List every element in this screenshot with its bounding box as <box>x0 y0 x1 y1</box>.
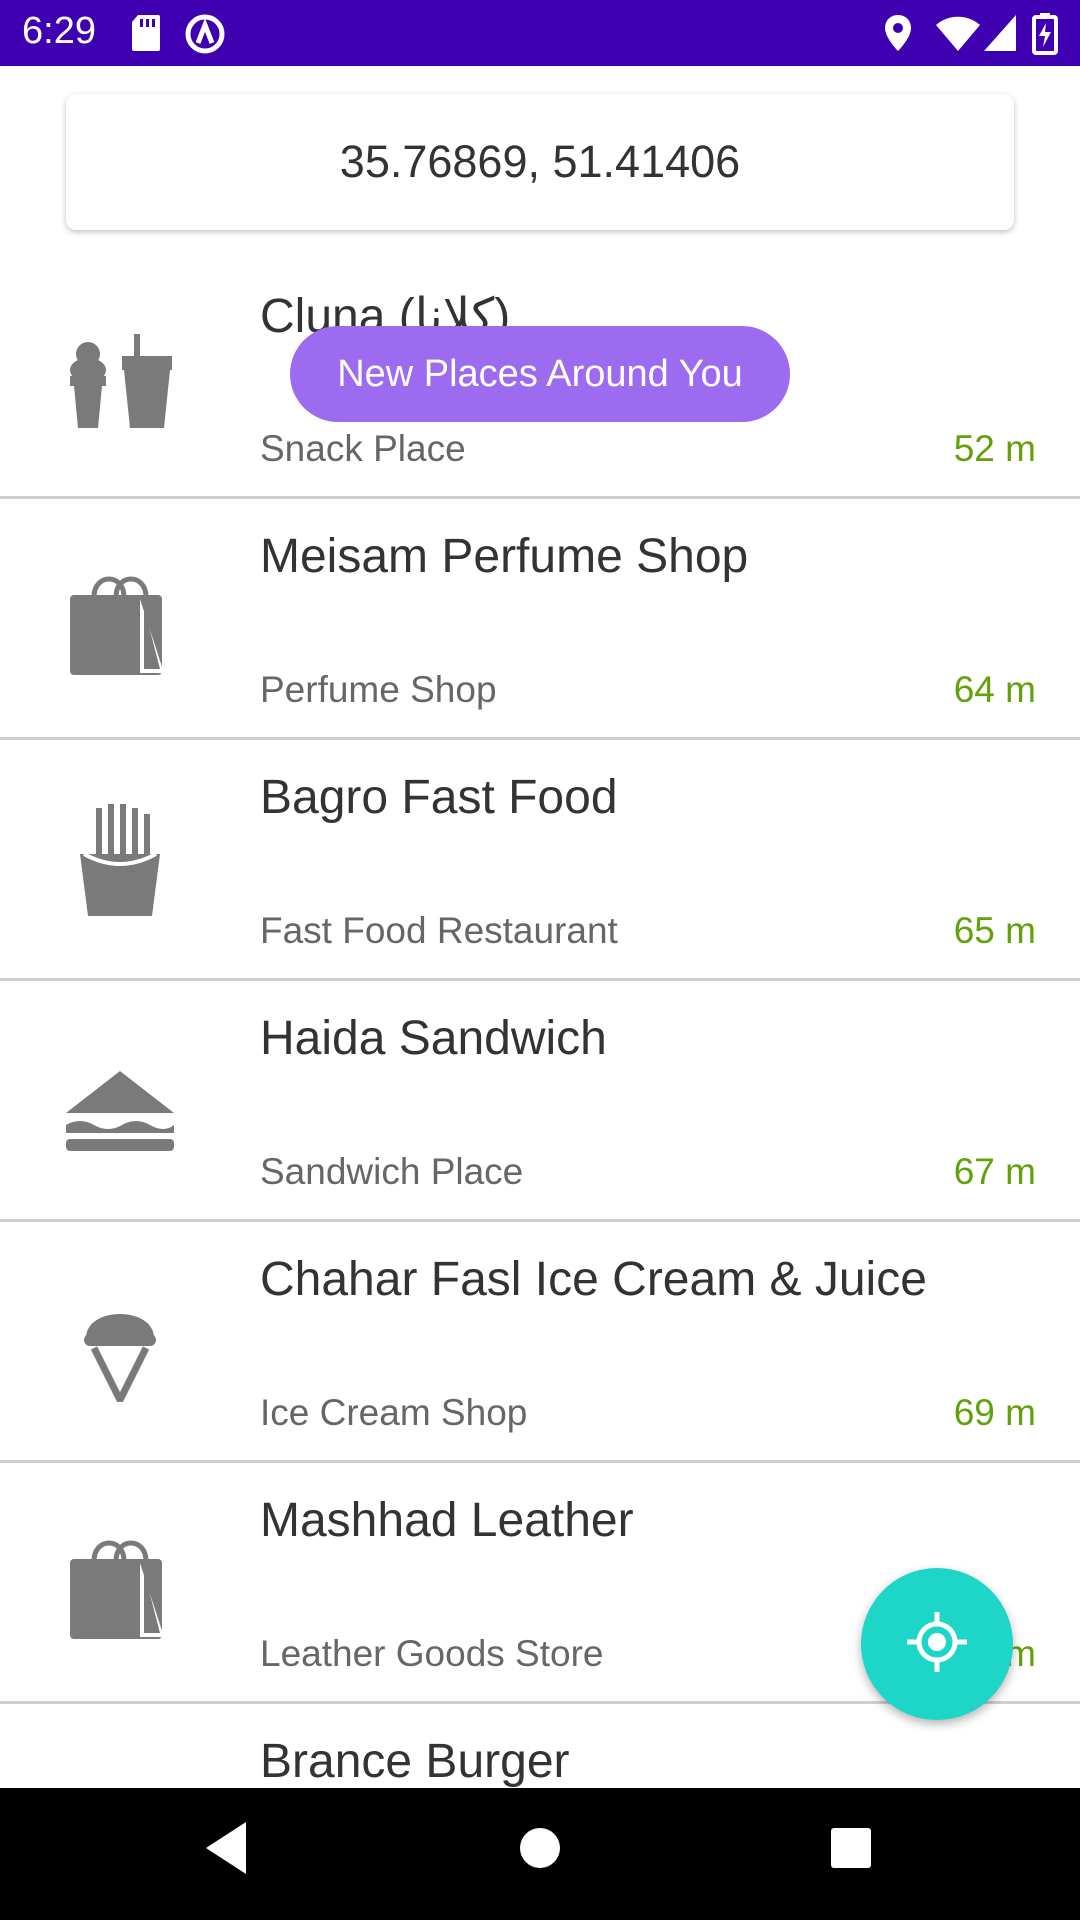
list-item[interactable]: Haida Sandwich Sandwich Place 67 m <box>0 981 1080 1222</box>
shopping-bag-icon <box>60 1523 180 1643</box>
sync-icon <box>184 13 226 60</box>
place-name: Bagro Fast Food <box>260 771 618 824</box>
sd-card-icon <box>130 13 162 58</box>
status-time: 6:29 <box>22 10 96 52</box>
place-category: Perfume Shop <box>260 669 497 710</box>
my-location-button[interactable] <box>861 1568 1013 1720</box>
sandwich-icon <box>60 1041 180 1161</box>
toast-text: New Places Around You <box>337 352 743 395</box>
signal-icon <box>982 13 1018 58</box>
my-location-icon <box>905 1610 969 1679</box>
place-name: Brance Burger <box>260 1735 570 1788</box>
place-category: Snack Place <box>260 428 466 469</box>
place-distance: 69 m <box>953 1392 1036 1433</box>
place-name: Mashhad Leather <box>260 1494 634 1547</box>
status-bar: 6:29 <box>0 0 1080 66</box>
place-distance: 65 m <box>953 910 1036 951</box>
ice-cream-icon <box>60 1282 180 1408</box>
place-distance: 52 m <box>953 428 1036 469</box>
place-distance: 64 m <box>953 669 1036 710</box>
place-category: Fast Food Restaurant <box>260 910 618 951</box>
shopping-bag-icon <box>60 559 180 679</box>
battery-charging-icon <box>1032 13 1058 60</box>
coordinates-display[interactable]: 35.76869, 51.41406 <box>66 94 1014 230</box>
place-category: Sandwich Place <box>260 1151 524 1192</box>
home-icon[interactable] <box>518 1818 562 1883</box>
navigation-bar <box>0 1788 1080 1920</box>
fries-icon <box>60 800 180 920</box>
place-distance: 67 m <box>953 1151 1036 1192</box>
place-name: Chahar Fasl Ice Cream & Juice <box>260 1253 927 1306</box>
place-category: Leather Goods Store <box>260 1633 604 1674</box>
recents-icon[interactable] <box>829 1818 873 1883</box>
back-icon[interactable] <box>200 1818 252 1883</box>
snack-icon <box>60 318 180 438</box>
place-name: Meisam Perfume Shop <box>260 530 749 583</box>
coordinates-text: 35.76869, 51.41406 <box>339 136 741 187</box>
location-icon <box>882 13 914 58</box>
wifi-icon <box>935 13 981 58</box>
list-item[interactable]: Meisam Perfume Shop Perfume Shop 64 m <box>0 499 1080 740</box>
toast-message: New Places Around You <box>290 326 790 422</box>
place-name: Haida Sandwich <box>260 1012 607 1065</box>
list-item[interactable]: Chahar Fasl Ice Cream & Juice Ice Cream … <box>0 1222 1080 1463</box>
place-category: Ice Cream Shop <box>260 1392 528 1433</box>
list-item[interactable]: Bagro Fast Food Fast Food Restaurant 65 … <box>0 740 1080 981</box>
